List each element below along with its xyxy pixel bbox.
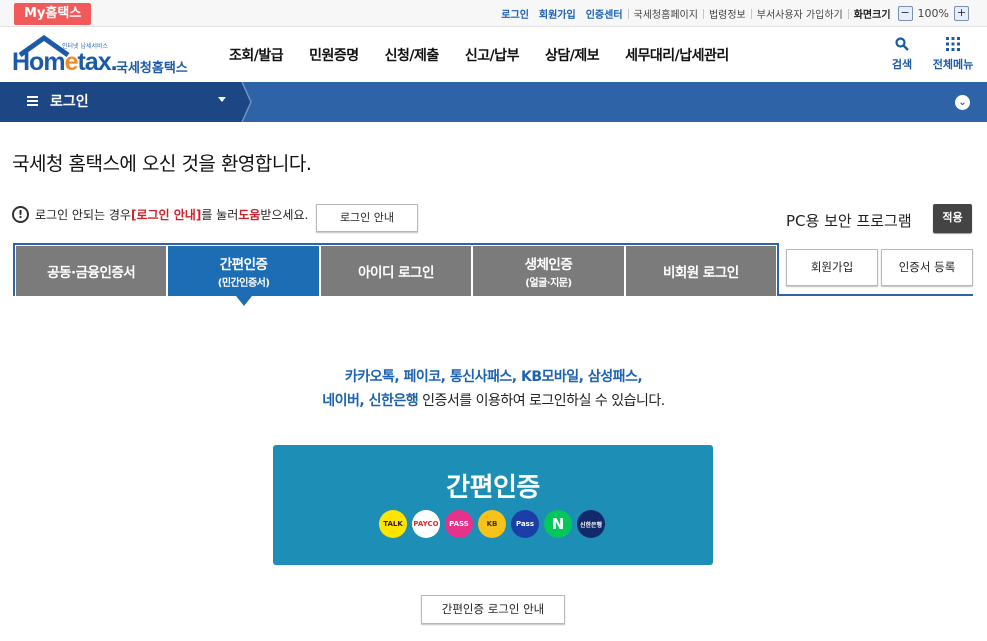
notice-suffix: 받으세요.	[260, 208, 309, 222]
tab-label: 간편인증	[219, 257, 268, 273]
pass-icon: PASS	[445, 510, 473, 538]
tab-label: 아이디 로그인	[358, 265, 434, 281]
logo-wordmark: Hometax.	[12, 48, 118, 77]
zoom-value: 100%	[917, 7, 949, 20]
nav-tax-agent[interactable]: 세무대리/납세관리	[625, 45, 729, 65]
tab-id-login[interactable]: 아이디 로그인	[320, 246, 472, 296]
breadcrumb-label: 로그인	[50, 94, 89, 110]
notice-prefix: 로그인 안되는 경우	[35, 208, 131, 222]
provider-list-line1: 카카오톡, 페이코, 통신사패스, KB모바일, 삼성패스,	[344, 369, 643, 385]
tab-sublabel: (얼굴·지문)	[525, 278, 572, 289]
simple-auth-description: 카카오톡, 페이코, 통신사패스, KB모바일, 삼성패스, 네이버, 신한은행…	[0, 365, 987, 413]
tab-underline	[779, 294, 973, 296]
all-menu-label: 전체메뉴	[932, 58, 974, 71]
breadcrumb-current[interactable]: 로그인	[0, 82, 240, 122]
description-rest: 인증서를 이용하여 로그인하실 수 있습니다.	[418, 393, 665, 409]
pc-security-label: PC용 보안 프로그램	[786, 212, 912, 230]
caret-down-icon	[218, 97, 226, 102]
tab-joint-financial-cert[interactable]: 공동·금융인증서	[16, 246, 167, 296]
breadcrumb-bar: 로그인 ⌄	[0, 82, 987, 122]
simple-auth-guide-button[interactable]: 간편인증 로그인 안내	[421, 595, 565, 624]
cert-register-button[interactable]: 인증서 등록	[881, 249, 973, 286]
notice-mid: 를 눌러	[201, 208, 239, 222]
exclamation-icon: !	[12, 206, 29, 223]
nav-consult-report[interactable]: 상담/제보	[545, 45, 600, 65]
logo-korean-text: 국세청홈택스	[116, 61, 188, 76]
my-hometax-button[interactable]: My홈택스	[14, 3, 92, 25]
zoom-out-button[interactable]: −	[897, 6, 913, 21]
provider-icons: TALK PAYCO PASS KB Pass N 신한은행	[379, 510, 605, 538]
nts-homepage-link[interactable]: 국세청홈페이지	[629, 6, 703, 21]
nav-inquiry-issue[interactable]: 조회/발급	[229, 45, 284, 65]
logo-tax-text: tax.	[77, 48, 117, 76]
welcome-title: 국세청 홈택스에 오신 것을 환영합니다.	[12, 153, 312, 175]
search-button[interactable]: 검색	[880, 37, 924, 72]
logo-home-text: Hom	[12, 48, 66, 76]
header: 인터넷 납세서비스 Hometax. 국세청홈택스 조회/발급 민원증명 신청/…	[0, 28, 987, 82]
naver-icon: N	[544, 510, 572, 538]
zoom-label: 화면크기	[853, 10, 891, 21]
tab-label: 생체인증	[524, 257, 573, 273]
nav-civil-certificate[interactable]: 민원증명	[309, 45, 359, 65]
grid-menu-icon	[946, 37, 960, 51]
law-info-link[interactable]: 법령정보	[704, 6, 751, 21]
provider-list-line2: 네이버, 신한은행	[322, 393, 419, 409]
simple-auth-login-button[interactable]: 간편인증 TALK PAYCO PASS KB Pass N 신한은행	[273, 445, 713, 565]
notice-guide-link: [로그인 안내]	[130, 208, 202, 222]
nav-report-pay[interactable]: 신고/납부	[465, 45, 520, 65]
tab-guest-login[interactable]: 비회원 로그인	[625, 246, 777, 296]
apply-security-button[interactable]: 적용	[933, 204, 972, 233]
tab-label: 비회원 로그인	[662, 265, 739, 281]
login-notice: ! 로그인 안되는 경우 [로그인 안내] 를 눌러 도움 받으세요.	[12, 206, 308, 223]
zoom-in-button[interactable]: +	[954, 6, 969, 21]
dept-user-signup-link[interactable]: 부서사용자 가입하기	[752, 6, 848, 21]
global-nav: 조회/발급 민원증명 신청/제출 신고/납부 상담/제보 세무대리/납세관리	[229, 45, 755, 65]
kakao-icon: TALK	[379, 510, 407, 538]
search-label: 검색	[891, 58, 913, 71]
kb-icon: KB	[478, 510, 506, 538]
signup-link[interactable]: 회원가입	[534, 6, 581, 21]
top-links: 로그인 회원가입 인증센터 국세청홈페이지 법령정보 부서사용자 가입하기 화면…	[496, 0, 971, 27]
tab-sublabel: (민간인증서)	[217, 278, 270, 289]
hometax-logo[interactable]: 인터넷 납세서비스 Hometax. 국세청홈택스	[12, 35, 202, 77]
simple-auth-title: 간편인증	[446, 473, 540, 503]
tab-simple-auth[interactable]: 간편인증 (민간인증서)	[168, 246, 319, 306]
login-tabs: 공동·금융인증서 간편인증 (민간인증서) 아이디 로그인 생체인증 (얼굴·지…	[13, 243, 779, 306]
expand-chevron-icon[interactable]: ⌄	[955, 95, 970, 110]
payco-icon: PAYCO	[412, 510, 440, 538]
all-menu-button[interactable]: 전체메뉴	[931, 37, 975, 72]
logo-e-text: e	[64, 48, 79, 76]
tab-biometric[interactable]: 생체인증 (얼굴·지문)	[473, 246, 624, 296]
login-guide-button[interactable]: 로그인 안내	[316, 204, 418, 232]
login-link[interactable]: 로그인	[496, 6, 534, 21]
cert-center-link[interactable]: 인증센터	[581, 6, 628, 21]
top-utility-bar: My홈택스 로그인 회원가입 인증센터 국세청홈페이지 법령정보 부서사용자 가…	[0, 0, 987, 27]
tab-label: 공동·금융인증서	[47, 265, 136, 281]
signup-button[interactable]: 회원가입	[786, 249, 878, 286]
nav-apply-submit[interactable]: 신청/제출	[385, 45, 440, 65]
samsung-pass-icon: Pass	[511, 510, 539, 538]
search-icon	[895, 37, 909, 51]
shinhan-icon: 신한은행	[577, 510, 605, 538]
hamburger-icon	[27, 96, 38, 106]
notice-help: 도움	[238, 208, 261, 222]
breadcrumb-arrow-icon	[238, 82, 252, 122]
